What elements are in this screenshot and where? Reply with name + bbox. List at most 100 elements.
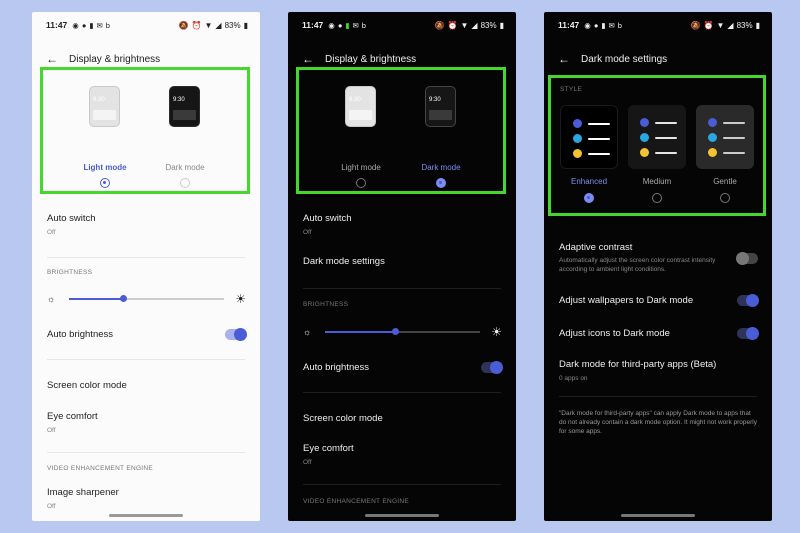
- screen-color-mode-title: Screen color mode: [47, 380, 127, 391]
- light-mode-label: Light mode: [341, 163, 381, 172]
- highlight-box: [40, 67, 250, 194]
- auto-brightness-row[interactable]: Auto brightness: [47, 329, 248, 340]
- eye-comfort-status: Off: [303, 459, 312, 466]
- light-mode-radio[interactable]: [100, 178, 110, 188]
- preview-widget: [173, 110, 196, 120]
- preview-widget: [93, 110, 116, 120]
- auto-brightness-row[interactable]: Auto brightness: [303, 362, 504, 373]
- phone-screen-dark-settings: 11:47 ◉ ● ▮ ✉ b 🔕 ⏰ ▼ ◢ 83% ▮ ← Display …: [288, 12, 516, 521]
- brightness-header: BRIGHTNESS: [303, 301, 349, 308]
- screen-color-mode-title: Screen color mode: [303, 413, 383, 424]
- adjust-wallpapers-toggle[interactable]: [737, 294, 759, 307]
- wifi-icon: ▼: [716, 20, 725, 30]
- third-party-apps-status: 0 apps on: [559, 375, 588, 382]
- adaptive-contrast-row[interactable]: Adaptive contrast Automatically adjust t…: [559, 242, 732, 274]
- adjust-wallpapers-row[interactable]: Adjust wallpapers to Dark mode: [559, 295, 760, 306]
- preview-widget: [349, 110, 372, 120]
- eye-comfort-title: Eye comfort: [47, 411, 98, 422]
- brightness-high-icon: ☀: [235, 292, 246, 306]
- battery-percent: 83%: [480, 20, 497, 30]
- chat-icon: ●: [337, 20, 343, 30]
- bing-icon: b: [361, 20, 366, 30]
- whatsapp-icon: ◉: [72, 20, 79, 30]
- dark-mode-preview[interactable]: 9:30: [169, 86, 200, 127]
- brightness-slider[interactable]: ☼ ☀: [303, 325, 502, 339]
- screen-color-mode-row[interactable]: Screen color mode: [303, 413, 504, 424]
- preview-time: 9:30: [93, 97, 105, 103]
- brightness-slider[interactable]: ☼ ☀: [47, 292, 246, 306]
- style-enhanced-radio[interactable]: [584, 193, 594, 203]
- style-medium-option[interactable]: [628, 105, 686, 169]
- style-gentle-radio[interactable]: [720, 193, 730, 203]
- preview-time: 9:30: [173, 97, 185, 103]
- style-enhanced-option[interactable]: [560, 105, 618, 169]
- auto-switch-row[interactable]: Auto switch Off: [303, 213, 504, 236]
- adjust-wallpapers-title: Adjust wallpapers to Dark mode: [559, 295, 694, 306]
- third-party-apps-row[interactable]: Dark mode for third-party apps (Beta) 0 …: [559, 359, 760, 382]
- image-sharpener-title: Image sharpener: [47, 487, 119, 498]
- video-enhancement-header: VIDEO ENHANCEMENT ENGINE: [303, 498, 410, 505]
- eye-comfort-row[interactable]: Eye comfort Off: [303, 443, 504, 466]
- dark-mode-preview[interactable]: 9:30: [425, 86, 456, 127]
- bing-icon: b: [105, 20, 110, 30]
- light-mode-radio[interactable]: [356, 178, 366, 188]
- screen-color-mode-row[interactable]: Screen color mode: [47, 380, 248, 391]
- mail-icon: ✉: [352, 20, 359, 30]
- home-indicator: [109, 514, 183, 517]
- status-bar: 11:47 ◉ ● ▮ ✉ b 🔕 ⏰ ▼ ◢ 83% ▮: [558, 18, 760, 32]
- status-time: 11:47: [46, 20, 68, 30]
- status-time: 11:47: [302, 20, 324, 30]
- divider: [47, 359, 245, 360]
- style-medium-label: Medium: [642, 177, 672, 186]
- eye-comfort-row[interactable]: Eye comfort Off: [47, 411, 248, 434]
- alarm-icon: ⏰: [447, 20, 458, 30]
- dark-mode-radio[interactable]: [180, 178, 190, 188]
- adaptive-contrast-title: Adaptive contrast: [559, 242, 633, 253]
- battery-percent: 83%: [736, 20, 753, 30]
- status-bar: 11:47 ◉ ● ▮ ✉ b 🔕 ⏰ ▼ ◢ 83% ▮: [46, 18, 248, 32]
- notification-icon: ▮: [601, 20, 606, 30]
- back-arrow-icon[interactable]: ←: [46, 53, 58, 65]
- slider-knob[interactable]: [120, 295, 128, 302]
- adjust-icons-title: Adjust icons to Dark mode: [559, 328, 670, 339]
- image-sharpener-status: Off: [47, 503, 56, 510]
- auto-brightness-toggle[interactable]: [481, 361, 503, 374]
- auto-brightness-title: Auto brightness: [47, 329, 114, 340]
- dark-mode-settings-row[interactable]: Dark mode settings: [303, 256, 504, 267]
- status-time: 11:47: [558, 20, 580, 30]
- back-arrow-icon[interactable]: ←: [558, 53, 570, 65]
- adaptive-contrast-description: Automatically adjust the screen color co…: [559, 257, 716, 273]
- auto-switch-row[interactable]: Auto switch Off: [47, 213, 248, 236]
- image-sharpener-row[interactable]: Image sharpener Off: [47, 487, 248, 510]
- adaptive-contrast-toggle[interactable]: [736, 252, 758, 265]
- dark-mode-radio[interactable]: [436, 178, 446, 188]
- light-mode-preview[interactable]: 9:30: [345, 86, 376, 127]
- mail-icon: ✉: [608, 20, 615, 30]
- style-header: STYLE: [560, 86, 583, 93]
- divider: [303, 288, 501, 289]
- highlight-box: [296, 67, 506, 194]
- dark-mode-label: Dark mode: [421, 163, 461, 172]
- adjust-icons-toggle[interactable]: [737, 327, 759, 340]
- style-medium-radio[interactable]: [652, 193, 662, 203]
- adjust-icons-row[interactable]: Adjust icons to Dark mode: [559, 328, 760, 339]
- page-title: Dark mode settings: [581, 53, 668, 65]
- auto-brightness-toggle[interactable]: [225, 328, 247, 341]
- style-gentle-option[interactable]: [696, 105, 754, 169]
- whatsapp-icon: ◉: [328, 20, 335, 30]
- slider-track[interactable]: [69, 295, 224, 302]
- dark-mode-settings-title: Dark mode settings: [303, 256, 385, 267]
- chat-icon: ●: [81, 20, 87, 30]
- dark-mode-label: Dark mode: [165, 163, 205, 172]
- wifi-icon: ▼: [204, 20, 213, 30]
- light-mode-preview[interactable]: 9:30: [89, 86, 120, 127]
- chat-icon: ●: [593, 20, 599, 30]
- slider-track[interactable]: [325, 328, 480, 335]
- back-arrow-icon[interactable]: ←: [302, 53, 314, 65]
- signal-icon: ◢: [215, 20, 222, 30]
- brightness-low-icon: ☼: [303, 327, 312, 337]
- brightness-low-icon: ☼: [47, 294, 56, 304]
- slider-knob[interactable]: [391, 328, 399, 335]
- auto-switch-title: Auto switch: [47, 213, 96, 224]
- brightness-high-icon: ☀: [491, 325, 502, 339]
